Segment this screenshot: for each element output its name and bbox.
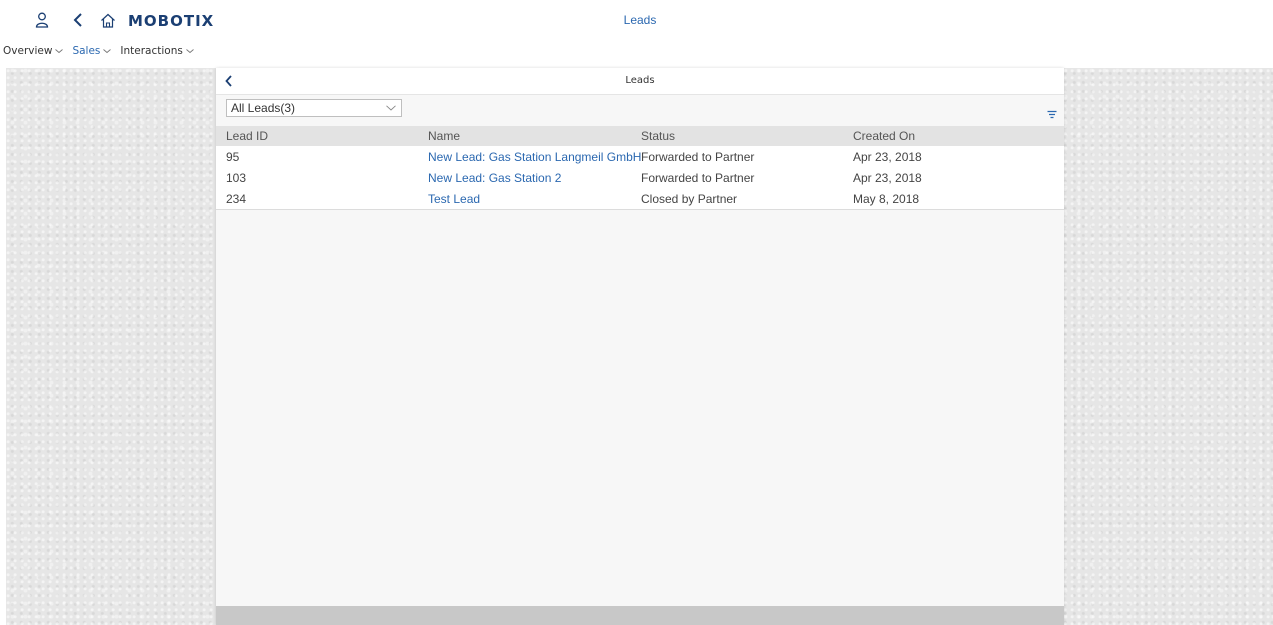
chevron-down-icon — [386, 105, 396, 111]
column-header-created-on[interactable]: Created On — [847, 129, 1064, 143]
lead-status-cell: Forwarded to Partner — [641, 170, 755, 185]
home-icon[interactable] — [99, 11, 117, 29]
leads-table: Lead ID Name Status Created On 95 New Le… — [216, 126, 1064, 210]
chevron-down-icon — [186, 49, 194, 54]
lead-filter-value: All Leads(3) — [231, 101, 296, 115]
lead-name-link[interactable]: New Lead: Gas Station Langmeil GmbH — [422, 150, 641, 164]
filter-icon[interactable] — [1047, 107, 1057, 119]
table-body: 95 New Lead: Gas Station Langmeil GmbH F… — [216, 146, 1064, 210]
chevron-down-icon — [103, 49, 112, 54]
lead-id-cell: 103 — [226, 170, 247, 185]
lead-filter-select[interactable]: All Leads(3) — [226, 99, 402, 117]
panel-back-button[interactable] — [224, 74, 236, 88]
panel-header: Leads — [216, 68, 1064, 95]
lead-created-cell: Apr 23, 2018 — [853, 170, 922, 185]
table-row[interactable]: 103 New Lead: Gas Station 2 Forwarded to… — [216, 167, 1064, 188]
shell-bar: MOBOTIX Leads — [0, 0, 1273, 40]
lead-status-cell: Closed by Partner — [641, 191, 738, 206]
lead-created-cell: May 8, 2018 — [853, 191, 920, 206]
lead-name-link[interactable]: Test Lead — [422, 192, 634, 206]
column-header-name[interactable]: Name — [422, 129, 634, 143]
lead-name-link[interactable]: New Lead: Gas Station 2 — [422, 171, 634, 185]
panel-footer — [216, 606, 1064, 625]
column-header-status[interactable]: Status — [634, 129, 847, 143]
chevron-down-icon — [55, 49, 64, 54]
lead-id-cell: 95 — [226, 149, 240, 164]
shell-title: Leads — [623, 13, 657, 27]
nav-item-interactions[interactable]: Interactions — [120, 45, 194, 57]
column-header-lead-id[interactable]: Lead ID — [216, 129, 422, 143]
panel-title: Leads — [625, 75, 655, 86]
lead-status-cell: Forwarded to Partner — [641, 149, 755, 164]
lead-created-cell: Apr 23, 2018 — [853, 149, 922, 164]
back-icon — [225, 75, 232, 87]
table-row[interactable]: 234 Test Lead Closed by Partner May 8, 2… — [216, 188, 1064, 209]
brand-logo: MOBOTIX — [128, 12, 215, 30]
lead-id-cell: 234 — [226, 191, 247, 206]
table-header: Lead ID Name Status Created On — [216, 126, 1064, 146]
nav-menu: Overview Sales Interactions — [0, 40, 1273, 62]
user-icon[interactable] — [33, 11, 51, 29]
leads-panel: Leads All Leads(3) Lead ID Name Status C… — [216, 68, 1064, 625]
nav-item-overview[interactable]: Overview — [3, 45, 64, 57]
nav-item-sales[interactable]: Sales — [72, 45, 112, 57]
table-toolbar: All Leads(3) — [216, 95, 1064, 126]
back-icon[interactable] — [69, 11, 87, 29]
table-row[interactable]: 95 New Lead: Gas Station Langmeil GmbH F… — [216, 146, 1064, 167]
